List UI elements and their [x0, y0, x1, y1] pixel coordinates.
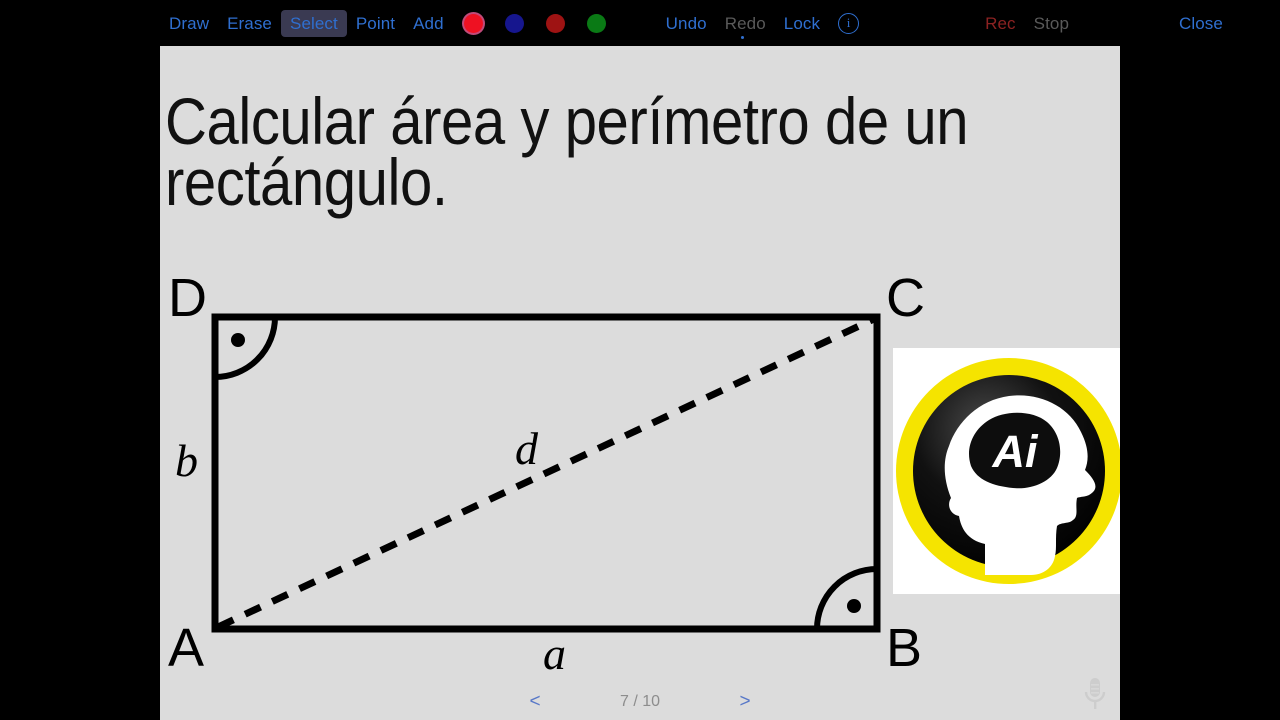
- page-navigation: < 7 / 10 >: [160, 691, 1120, 713]
- tool-draw[interactable]: Draw: [160, 10, 218, 37]
- color-swatch-blue[interactable]: [504, 13, 524, 33]
- vertex-label-c: C: [886, 268, 925, 328]
- next-page-button[interactable]: >: [700, 691, 790, 713]
- close-button[interactable]: Close: [1170, 10, 1232, 37]
- stop-button[interactable]: Stop: [1025, 10, 1078, 37]
- page-indicator: 7 / 10: [619, 693, 661, 710]
- tool-add[interactable]: Add: [404, 10, 453, 37]
- side-label-a: a: [543, 628, 566, 679]
- color-swatch-red[interactable]: [463, 13, 483, 33]
- vertex-label-d: D: [168, 268, 207, 328]
- side-label-b: b: [175, 435, 198, 486]
- vertex-label-a: A: [168, 618, 205, 678]
- side-label-d: d: [515, 423, 538, 474]
- redo-button[interactable]: Redo: [716, 10, 775, 37]
- info-icon[interactable]: i: [838, 12, 860, 34]
- tool-point[interactable]: Point: [347, 10, 404, 37]
- tool-select[interactable]: Select: [281, 9, 347, 37]
- vertex-label-b: B: [886, 618, 923, 678]
- lock-button[interactable]: Lock: [775, 10, 829, 37]
- app-root: Draw Erase Select Point Add Undo Redo Lo…: [0, 0, 1280, 720]
- prev-page-button[interactable]: <: [490, 691, 580, 713]
- color-swatch-green[interactable]: [586, 13, 606, 33]
- lock-indicator-dot: [741, 36, 744, 39]
- ai-logo-graphic: Ai: [893, 348, 1120, 594]
- tool-erase[interactable]: Erase: [218, 10, 281, 37]
- slide-canvas[interactable]: Calcular área y perímetro de un rectángu…: [160, 46, 1120, 720]
- ai-brand-logo: Ai: [893, 348, 1120, 594]
- top-toolbar: Draw Erase Select Point Add Undo Redo Lo…: [0, 0, 1280, 46]
- microphone-icon[interactable]: [1082, 676, 1108, 712]
- color-swatch-dark-red[interactable]: [545, 13, 565, 33]
- undo-button[interactable]: Undo: [657, 10, 716, 37]
- record-button[interactable]: Rec: [976, 10, 1025, 37]
- ai-logo-text: Ai: [992, 426, 1039, 477]
